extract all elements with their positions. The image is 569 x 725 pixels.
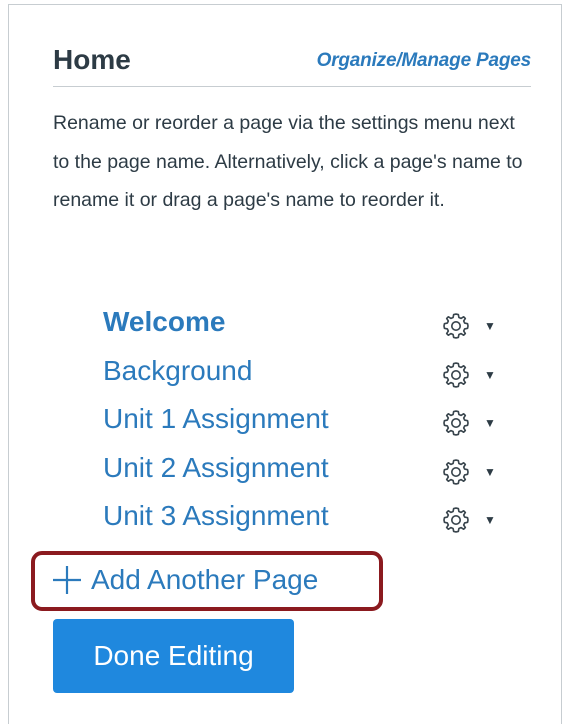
add-another-page-link[interactable]: Add Another Page [52,561,318,599]
page-link-unit-3-assignment[interactable]: Unit 3 Assignment [103,500,329,532]
page-list-item-background: Background ▼ [103,351,523,400]
page-settings-menu[interactable]: ▼ [442,359,512,391]
page-link-unit-1-assignment[interactable]: Unit 1 Assignment [103,403,329,435]
gear-icon [443,410,469,436]
gear-icon [443,458,469,485]
page-list-item-unit-2-assignment: Unit 2 Assignment ▼ [103,448,523,497]
page-settings-menu[interactable]: ▼ [442,407,512,439]
caret-down-icon[interactable]: ▼ [484,513,496,527]
gear-icon [443,507,469,533]
page-link-unit-2-assignment[interactable]: Unit 2 Assignment [103,452,329,484]
gear-icon [443,361,469,388]
gear-icon [443,313,469,339]
page-list-item-unit-1-assignment: Unit 1 Assignment ▼ [103,399,523,448]
page-link-background[interactable]: Background [103,355,252,387]
page-settings-menu[interactable]: ▼ [442,456,512,488]
page-list-item-unit-3-assignment: Unit 3 Assignment ▼ [103,496,523,545]
page-title: Home [53,44,131,75]
panel-header: Home Organize/Manage Pages [53,42,531,87]
pages-list: Welcome ▼ Background ▼ Unit 1 Assignment [103,302,523,545]
organize-manage-pages-link[interactable]: Organize/Manage Pages [317,50,532,72]
page-settings-menu[interactable]: ▼ [442,310,512,342]
plus-icon [53,566,81,594]
instructions-text: Rename or reorder a page via the setting… [53,112,523,211]
caret-down-icon[interactable]: ▼ [484,319,496,333]
page-list-item-welcome: Welcome ▼ [103,302,523,351]
caret-down-icon[interactable]: ▼ [484,465,496,479]
done-editing-button[interactable]: Done Editing [53,619,294,693]
caret-down-icon[interactable]: ▼ [484,416,496,430]
add-another-page-label: Add Another Page [91,564,319,595]
page-link-welcome[interactable]: Welcome [103,306,225,338]
caret-down-icon[interactable]: ▼ [484,368,496,382]
page-settings-menu[interactable]: ▼ [442,504,512,536]
